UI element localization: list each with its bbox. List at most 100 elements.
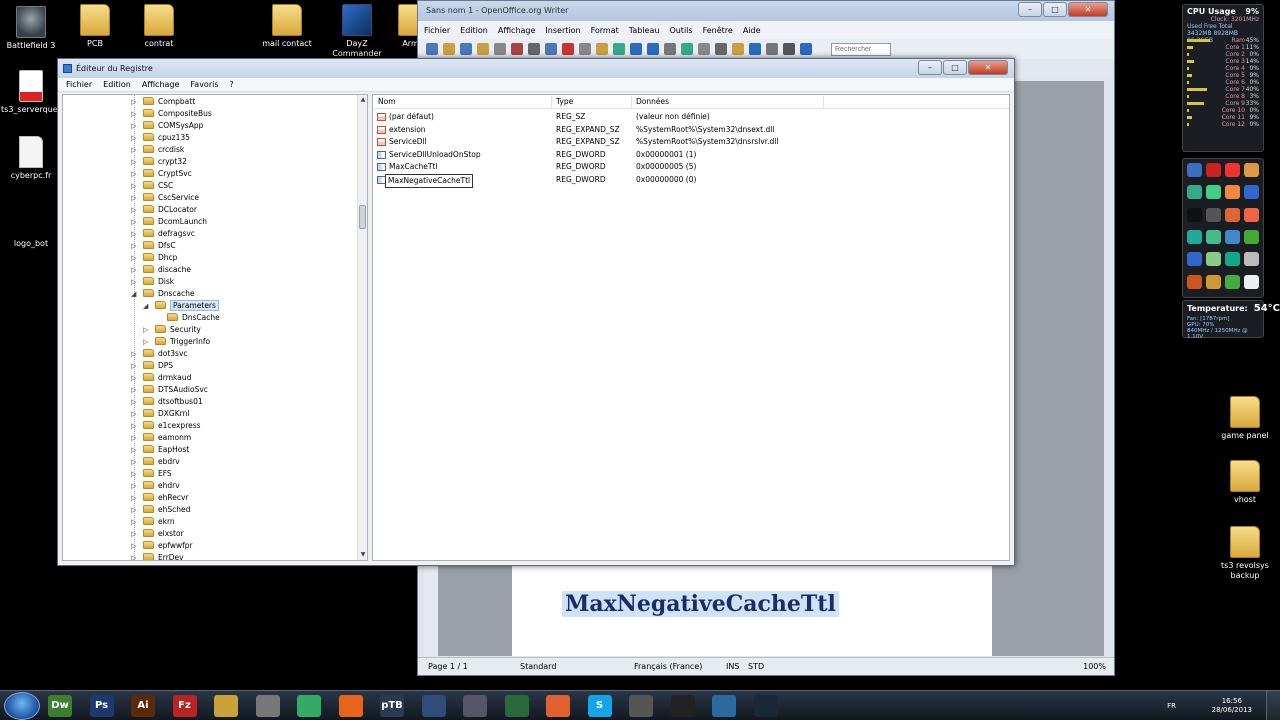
tree-node[interactable]: ▷ Security — [143, 324, 201, 336]
tree-node[interactable]: ▷ ebdrv — [131, 456, 180, 468]
tree-node[interactable]: ▷ COMSysApp — [131, 120, 203, 132]
tree-scrollbar[interactable]: ▲ ▼ — [357, 95, 367, 560]
expand-arrow-icon[interactable]: ▷ — [131, 264, 136, 276]
launcher-app-icon[interactable] — [1244, 163, 1259, 177]
expand-arrow-icon[interactable]: ▷ — [131, 252, 136, 264]
taskbar-app-button[interactable]: pTB — [380, 695, 404, 717]
tree-node[interactable]: ▷ ehdrv — [131, 480, 180, 492]
rename-field[interactable]: MaxNegativeCacheTtl — [385, 174, 474, 188]
toolbar-button-icon[interactable] — [477, 43, 489, 55]
tree-node[interactable]: DnsCache — [167, 312, 220, 324]
tree-node[interactable]: ▷ discache — [131, 264, 191, 276]
taskbar-app-button[interactable] — [504, 695, 529, 717]
toolbar-button-icon[interactable] — [783, 43, 795, 55]
writer-menu-item[interactable]: Format — [591, 26, 619, 35]
tree-node[interactable]: ▷ elxstor — [131, 528, 184, 540]
tree-node[interactable]: ▷ eamonm — [131, 432, 191, 444]
clock[interactable]: 16:56 28/06/2013 — [1212, 697, 1252, 715]
regedit-menu-item[interactable]: Favoris — [190, 78, 218, 91]
expand-arrow-icon[interactable]: ▷ — [131, 516, 136, 528]
toolbar-button-icon[interactable] — [800, 43, 812, 55]
desktop-icon[interactable]: logo_bot — [0, 204, 62, 249]
launcher-app-icon[interactable] — [1187, 207, 1202, 222]
expand-arrow-icon[interactable]: ▷ — [143, 324, 148, 336]
expand-arrow-icon[interactable]: ▷ — [143, 336, 148, 348]
launcher-app-icon[interactable] — [1187, 185, 1202, 200]
launcher-app-icon[interactable] — [1225, 207, 1240, 222]
expand-arrow-icon[interactable]: ▷ — [131, 444, 136, 456]
registry-value-row[interactable]: ServiceDll REG_EXPAND_SZ %SystemRoot%\Syst… — [373, 136, 1009, 148]
registry-editor-window[interactable]: Éditeur du Registre – □ ✕ Fichier Edition… — [57, 58, 1015, 566]
selected-text[interactable]: MaxNegativeCacheTtl — [562, 591, 839, 617]
tree-node[interactable]: ▷ crypt32 — [131, 156, 187, 168]
toolbar-button-icon[interactable] — [511, 43, 523, 55]
tree-node[interactable]: ▷ dot3svc — [131, 348, 188, 360]
scroll-down-icon[interactable]: ▼ — [359, 551, 367, 559]
writer-menu-item[interactable]: Outils — [669, 26, 692, 35]
toolbar-button-icon[interactable] — [664, 43, 676, 55]
tree-node[interactable]: ▷ ekrn — [131, 516, 175, 528]
tree-node[interactable]: ▷ cpuz135 — [131, 132, 190, 144]
scroll-thumb[interactable] — [359, 205, 366, 229]
language-indicator[interactable]: FR — [1167, 702, 1176, 710]
registry-value-row[interactable]: extension REG_EXPAND_SZ %SystemRoot%\Syste… — [373, 124, 1009, 136]
launcher-app-icon[interactable] — [1225, 229, 1240, 244]
taskbar-app-button[interactable] — [463, 695, 487, 717]
expand-arrow-icon[interactable]: ▷ — [131, 204, 136, 216]
toolbar-button-icon[interactable] — [681, 43, 693, 55]
start-button[interactable] — [4, 692, 40, 720]
regedit-menu-item[interactable]: Edition — [103, 78, 131, 91]
launcher-app-icon[interactable] — [1187, 229, 1202, 244]
launcher-app-icon[interactable] — [1244, 274, 1259, 289]
registry-tree[interactable]: ▲ ▼ ▷ Compbatt ▷ CompositeBus ▷ COMSysApp ▷ cpu… — [62, 94, 368, 561]
tree-node[interactable]: ▷ DCLocator — [131, 204, 197, 216]
expand-arrow-icon[interactable]: ▷ — [131, 180, 136, 192]
expand-arrow-icon[interactable]: ▷ — [131, 240, 136, 252]
desktop-icon[interactable]: vhost — [1210, 460, 1280, 505]
taskbar-app-button[interactable] — [214, 695, 238, 717]
launcher-app-icon[interactable] — [1225, 163, 1240, 177]
expand-arrow-icon[interactable]: ▷ — [131, 468, 136, 480]
taskbar-app-button[interactable] — [629, 695, 653, 717]
toolbar-button-icon[interactable] — [562, 43, 574, 55]
collapse-arrow-icon[interactable]: ◢ — [143, 300, 148, 312]
launcher-app-icon[interactable] — [1206, 274, 1221, 289]
taskbar-app-button[interactable] — [421, 695, 446, 717]
regedit-menu-item[interactable]: Fichier — [66, 78, 92, 91]
registry-value-row[interactable]: MaxNegativeCacheTtl REG_DWORD 0x00000000 (… — [373, 174, 1009, 188]
tree-node[interactable]: ▷ CscService — [131, 192, 199, 204]
tree-node[interactable]: ▷ CryptSvc — [131, 168, 192, 180]
toolbar-button-icon[interactable] — [443, 43, 455, 55]
expand-arrow-icon[interactable]: ▷ — [131, 504, 136, 516]
tree-node[interactable]: ◢ Dnscache — [131, 288, 195, 300]
toolbar-button-icon[interactable] — [698, 43, 710, 55]
toolbar-button-icon[interactable] — [426, 43, 438, 55]
tree-node[interactable]: ◢ Parameters — [143, 300, 219, 312]
registry-value-row[interactable]: ServiceDllUnloadOnStop REG_DWORD 0x0000000… — [373, 149, 1009, 161]
expand-arrow-icon[interactable]: ▷ — [131, 480, 136, 492]
toolbar-button-icon[interactable] — [766, 43, 778, 55]
launcher-app-icon[interactable] — [1206, 252, 1221, 267]
desktop-icon[interactable]: cyberpc.fr — [0, 136, 62, 181]
tree-node[interactable]: ▷ DXGKrnl — [131, 408, 189, 420]
desktop-icon[interactable]: ts3_serverquer — [0, 70, 62, 115]
launcher-app-icon[interactable] — [1187, 163, 1202, 177]
toolbar-button-icon[interactable] — [579, 43, 591, 55]
expand-arrow-icon[interactable]: ▷ — [131, 156, 136, 168]
writer-menu-item[interactable]: Insertion — [545, 26, 580, 35]
writer-menu-item[interactable]: Aide — [743, 26, 761, 35]
toolbar-button-icon[interactable] — [613, 43, 625, 55]
expand-arrow-icon[interactable]: ▷ — [131, 540, 136, 552]
toolbar-button-icon[interactable] — [732, 43, 744, 55]
expand-arrow-icon[interactable]: ▷ — [131, 348, 136, 360]
expand-arrow-icon[interactable]: ▷ — [131, 492, 136, 504]
taskbar-app-button[interactable] — [297, 695, 321, 717]
tree-node[interactable]: ▷ crcdisk — [131, 144, 184, 156]
expand-arrow-icon[interactable]: ▷ — [131, 132, 136, 144]
close-button[interactable]: ✕ — [968, 60, 1008, 75]
taskbar-app-button[interactable] — [338, 695, 363, 717]
expand-arrow-icon[interactable]: ▷ — [131, 552, 136, 560]
taskbar-app-button[interactable]: Dw — [48, 695, 72, 717]
taskbar-app-button[interactable]: Ai — [131, 695, 155, 717]
launcher-app-icon[interactable] — [1206, 229, 1221, 244]
